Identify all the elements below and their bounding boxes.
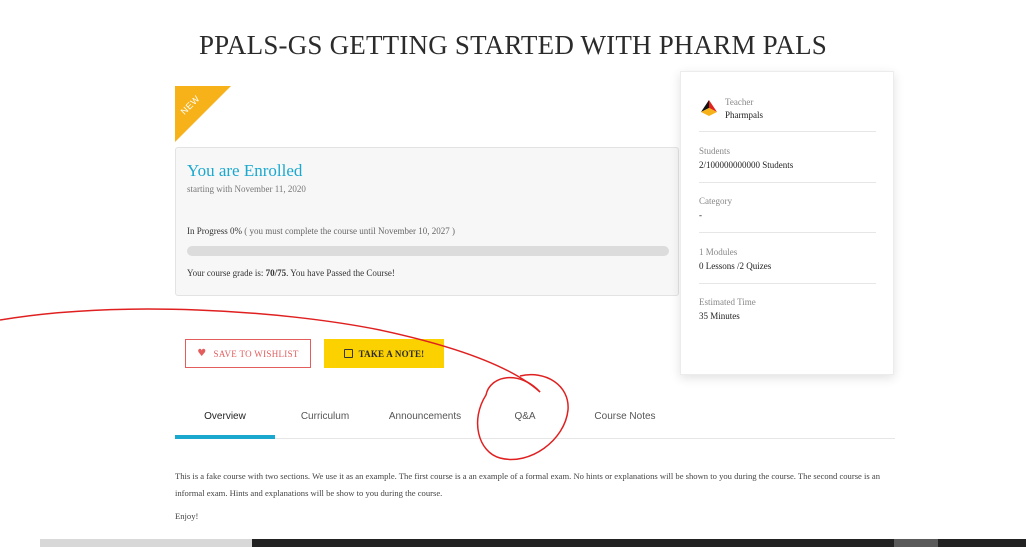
modules-value: 0 Lessons /2 Quizes [699, 261, 772, 271]
students-row: Students 2/100000000000 Students [699, 146, 876, 183]
bottom-scrollbar-track [40, 539, 252, 547]
category-row: Category - [699, 196, 876, 233]
time-value: 35 Minutes [699, 311, 740, 321]
progress-status: In Progress 0% ( you must complete the c… [187, 226, 455, 236]
students-value: 2/100000000000 Students [699, 160, 794, 170]
enrollment-panel: You are Enrolled starting with November … [175, 147, 679, 296]
course-info-card: Teacher Pharmpals Students 2/10000000000… [680, 71, 894, 375]
category-value: - [699, 210, 702, 220]
save-to-wishlist-button[interactable]: ♥ SAVE TO WISHLIST [185, 339, 311, 368]
enrolled-title: You are Enrolled [187, 161, 303, 180]
new-badge: NEW [175, 86, 231, 142]
grade-prefix: Your course grade is: [187, 268, 266, 278]
course-closing: Enjoy! [175, 511, 199, 521]
course-tabs: Overview Curriculum Announcements Q&A Co… [175, 400, 895, 439]
note-icon [343, 349, 353, 358]
take-a-note-button[interactable]: TAKE A NOTE! [324, 339, 444, 368]
progress-deadline-note: ( you must complete the course until Nov… [244, 226, 455, 236]
note-label: TAKE A NOTE! [358, 348, 425, 359]
progress-bar [187, 246, 669, 256]
modules-label: 1 Modules [699, 247, 738, 257]
modules-row: 1 Modules 0 Lessons /2 Quizes [699, 247, 876, 284]
enrolled-start-date: starting with November 11, 2020 [187, 184, 306, 194]
teacher-row-divider [699, 86, 876, 132]
students-label: Students [699, 146, 731, 156]
wishlist-label: SAVE TO WISHLIST [213, 348, 299, 359]
tab-overview[interactable]: Overview [175, 411, 275, 422]
tab-announcements[interactable]: Announcements [375, 411, 475, 422]
progress-label: In Progress 0% [187, 226, 242, 236]
page-title: PPALS-GS GETTING STARTED WITH PHARM PALS [198, 30, 828, 60]
heart-icon: ♥ [197, 348, 207, 359]
tab-qa[interactable]: Q&A [475, 411, 575, 422]
grade-suffix: . You have Passed the Course! [286, 268, 395, 278]
category-label: Category [699, 196, 732, 206]
time-row: Estimated Time 35 Minutes [699, 297, 876, 327]
grade-value: 70/75 [265, 268, 287, 278]
tab-course-notes[interactable]: Course Notes [575, 411, 675, 422]
active-tab-indicator [175, 435, 275, 439]
time-label: Estimated Time [699, 297, 756, 307]
bottom-scrollbar-thumb[interactable] [894, 539, 938, 547]
grade-summary: Your course grade is: 70/75. You have Pa… [187, 268, 395, 278]
tab-curriculum[interactable]: Curriculum [275, 411, 375, 422]
course-description: This is a fake course with two sections.… [175, 471, 881, 498]
